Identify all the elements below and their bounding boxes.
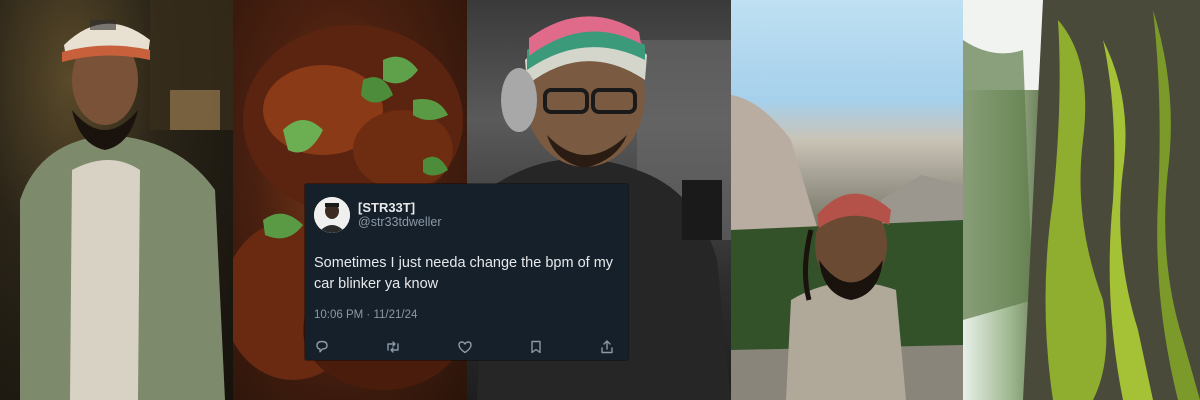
share-button[interactable] [599,339,615,355]
user-handle[interactable]: @str33tdweller [358,215,442,230]
tweet-timestamp[interactable]: 10:06 PM · 11/21/24 [314,309,616,321]
bookmark-button[interactable] [528,339,544,355]
tweet-text: Sometimes I just needa change the bpm of… [314,255,614,292]
photo-panel-mossy-tree [963,0,1200,400]
photo-panel-mountain [731,0,963,400]
like-icon [457,341,472,354]
reply-icon [316,340,328,353]
reply-button[interactable] [314,339,330,355]
mountain-image [731,95,963,400]
tweet-author: [STR33T] @str33tdweller [358,200,442,230]
retweet-button[interactable] [385,339,401,355]
display-name[interactable]: [STR33T] [358,200,442,215]
photo-panel-portrait-night [0,0,233,400]
tweet-header: [STR33T] @str33tdweller [314,196,616,234]
like-button[interactable] [457,339,473,355]
bookmark-icon [531,340,541,354]
retweet-icon [387,341,399,353]
avatar[interactable] [314,197,350,233]
share-icon [601,340,613,354]
mossy-tree-image [963,0,1200,400]
tweet-card: [STR33T] @str33tdweller Sometimes I just… [305,184,628,360]
portrait-night-image [20,0,233,400]
tweet-actions [314,339,615,355]
avatar-image [314,197,350,233]
